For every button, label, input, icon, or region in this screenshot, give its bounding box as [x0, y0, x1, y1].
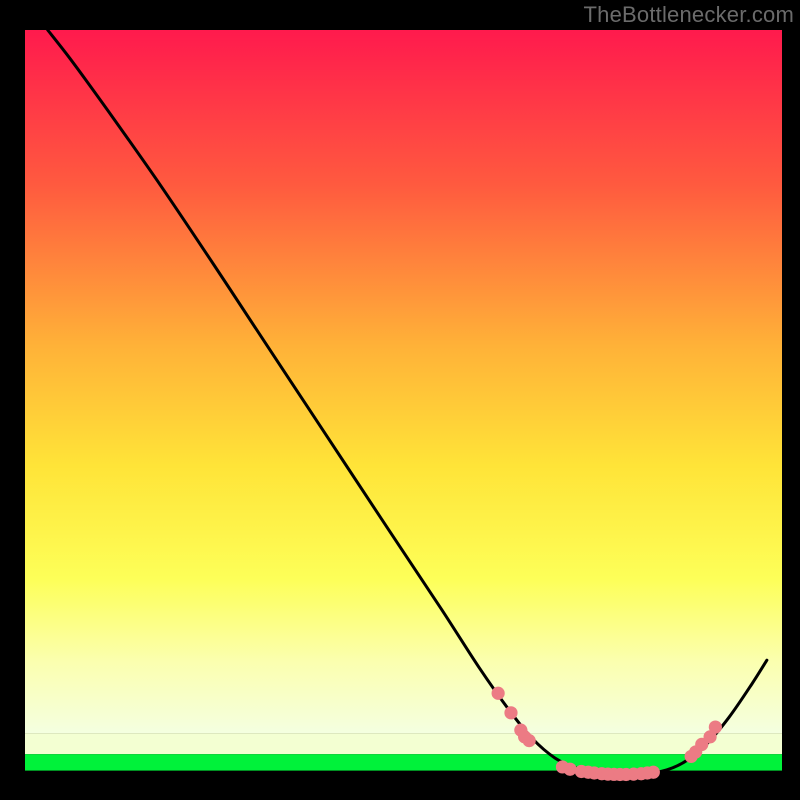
data-marker [504, 706, 517, 719]
bottleneck-curve-chart [0, 0, 800, 800]
data-marker [523, 734, 536, 747]
light-band [25, 733, 782, 754]
data-marker [647, 766, 660, 779]
data-marker [563, 763, 576, 776]
attribution-label: TheBottlenecker.com [584, 2, 794, 28]
data-marker [492, 687, 505, 700]
gradient-background [25, 30, 782, 733]
plot-area [25, 30, 782, 782]
chart-container: TheBottlenecker.com [0, 0, 800, 800]
bottom-dark-strip [25, 771, 782, 782]
data-marker [709, 721, 722, 734]
